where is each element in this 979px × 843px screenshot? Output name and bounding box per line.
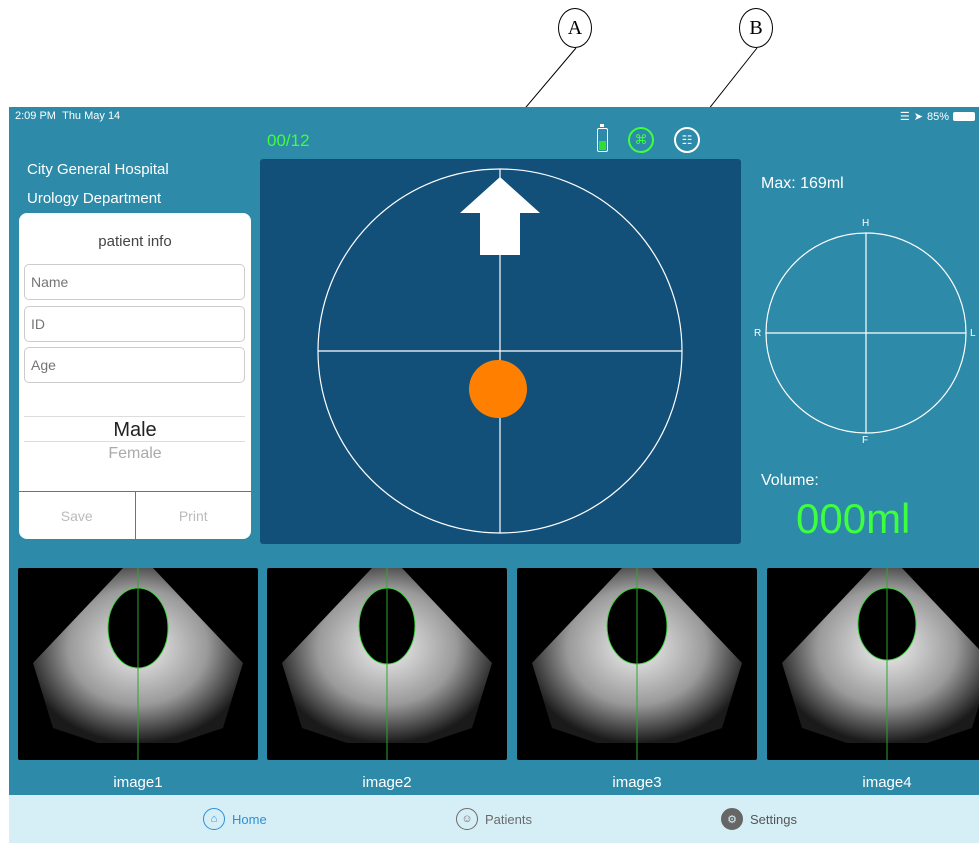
- tab-bar: ⌂ Home ☺ Patients ⚙ Settings: [9, 795, 979, 843]
- target-dot: [469, 360, 527, 418]
- gender-option-male[interactable]: Male: [19, 419, 251, 442]
- ultrasound-image-4[interactable]: [767, 568, 979, 760]
- tab-settings[interactable]: ⚙ Settings: [721, 795, 797, 843]
- patients-icon: ☺: [456, 808, 478, 830]
- tab-patients-label: Patients: [485, 811, 532, 827]
- ultrasound-image-1[interactable]: [18, 568, 258, 760]
- ultrasound-image-3[interactable]: [517, 568, 757, 760]
- print-button[interactable]: Print: [134, 492, 252, 539]
- callout-a: A: [558, 8, 592, 48]
- app-screen: 2:09 PM Thu May 14 ☰ ➤ 85% 00/12 ⌘ ☷ Cit…: [9, 107, 979, 843]
- age-field[interactable]: [24, 347, 245, 383]
- patient-info-panel: patient info Male Female Save Print: [19, 213, 251, 539]
- home-icon: ⌂: [203, 808, 225, 830]
- aiming-viewer[interactable]: [260, 159, 741, 544]
- gender-option-female[interactable]: Female: [19, 445, 251, 463]
- wireless-connection-icon[interactable]: ⌘: [628, 127, 654, 153]
- image-label-2: image2: [362, 774, 412, 791]
- tab-settings-label: Settings: [750, 811, 797, 827]
- callout-b: B: [739, 8, 773, 48]
- battery-percent: 85%: [926, 110, 949, 123]
- figure: A B 2:09 PM Thu May 14 ☰ ➤ 85% 00/12 ⌘ ☷…: [0, 0, 979, 843]
- aiming-target: [317, 168, 683, 534]
- patient-info-title: patient info: [98, 233, 172, 250]
- orientation-diagram: [765, 232, 967, 434]
- orientation-label-top: H: [862, 218, 870, 229]
- save-button[interactable]: Save: [19, 492, 135, 539]
- image-label-1: image1: [113, 774, 163, 791]
- wifi-status-icon: ☰: [899, 111, 910, 123]
- name-field[interactable]: [24, 264, 245, 300]
- probe-icon[interactable]: ☷: [674, 127, 700, 153]
- tab-home-label: Home: [232, 811, 267, 827]
- gear-icon: ⚙: [721, 808, 743, 830]
- department-name: Urology Department: [27, 190, 162, 207]
- battery-status-icon: [953, 112, 975, 121]
- tab-patients[interactable]: ☺ Patients: [456, 795, 532, 843]
- tab-home[interactable]: ⌂ Home: [203, 795, 267, 843]
- orientation-label-right: L: [970, 328, 976, 339]
- image-label-3: image3: [612, 774, 662, 791]
- status-time: 2:09 PM Thu May 14: [15, 110, 121, 122]
- status-bar: 2:09 PM Thu May 14 ☰ ➤ 85%: [9, 107, 979, 125]
- max-volume-label: Max: 169ml: [761, 175, 844, 192]
- orientation-label-left: R: [754, 328, 762, 339]
- direction-arrow-up-icon: [460, 177, 540, 255]
- scan-counter: 00/12: [267, 131, 310, 150]
- device-battery-icon: [597, 124, 608, 152]
- image-label-4: image4: [862, 774, 912, 791]
- device-status-icons: ⌘ ☷: [597, 124, 700, 153]
- volume-value: 000ml: [796, 495, 911, 542]
- volume-label: Volume:: [761, 472, 819, 489]
- ultrasound-image-2[interactable]: [267, 568, 507, 760]
- location-icon: ➤: [913, 111, 923, 123]
- orientation-label-bottom: F: [862, 435, 869, 446]
- status-right: ☰ ➤ 85%: [900, 110, 975, 123]
- id-field[interactable]: [24, 306, 245, 342]
- panel-actions: Save Print: [19, 491, 251, 539]
- hospital-name: City General Hospital: [27, 161, 169, 178]
